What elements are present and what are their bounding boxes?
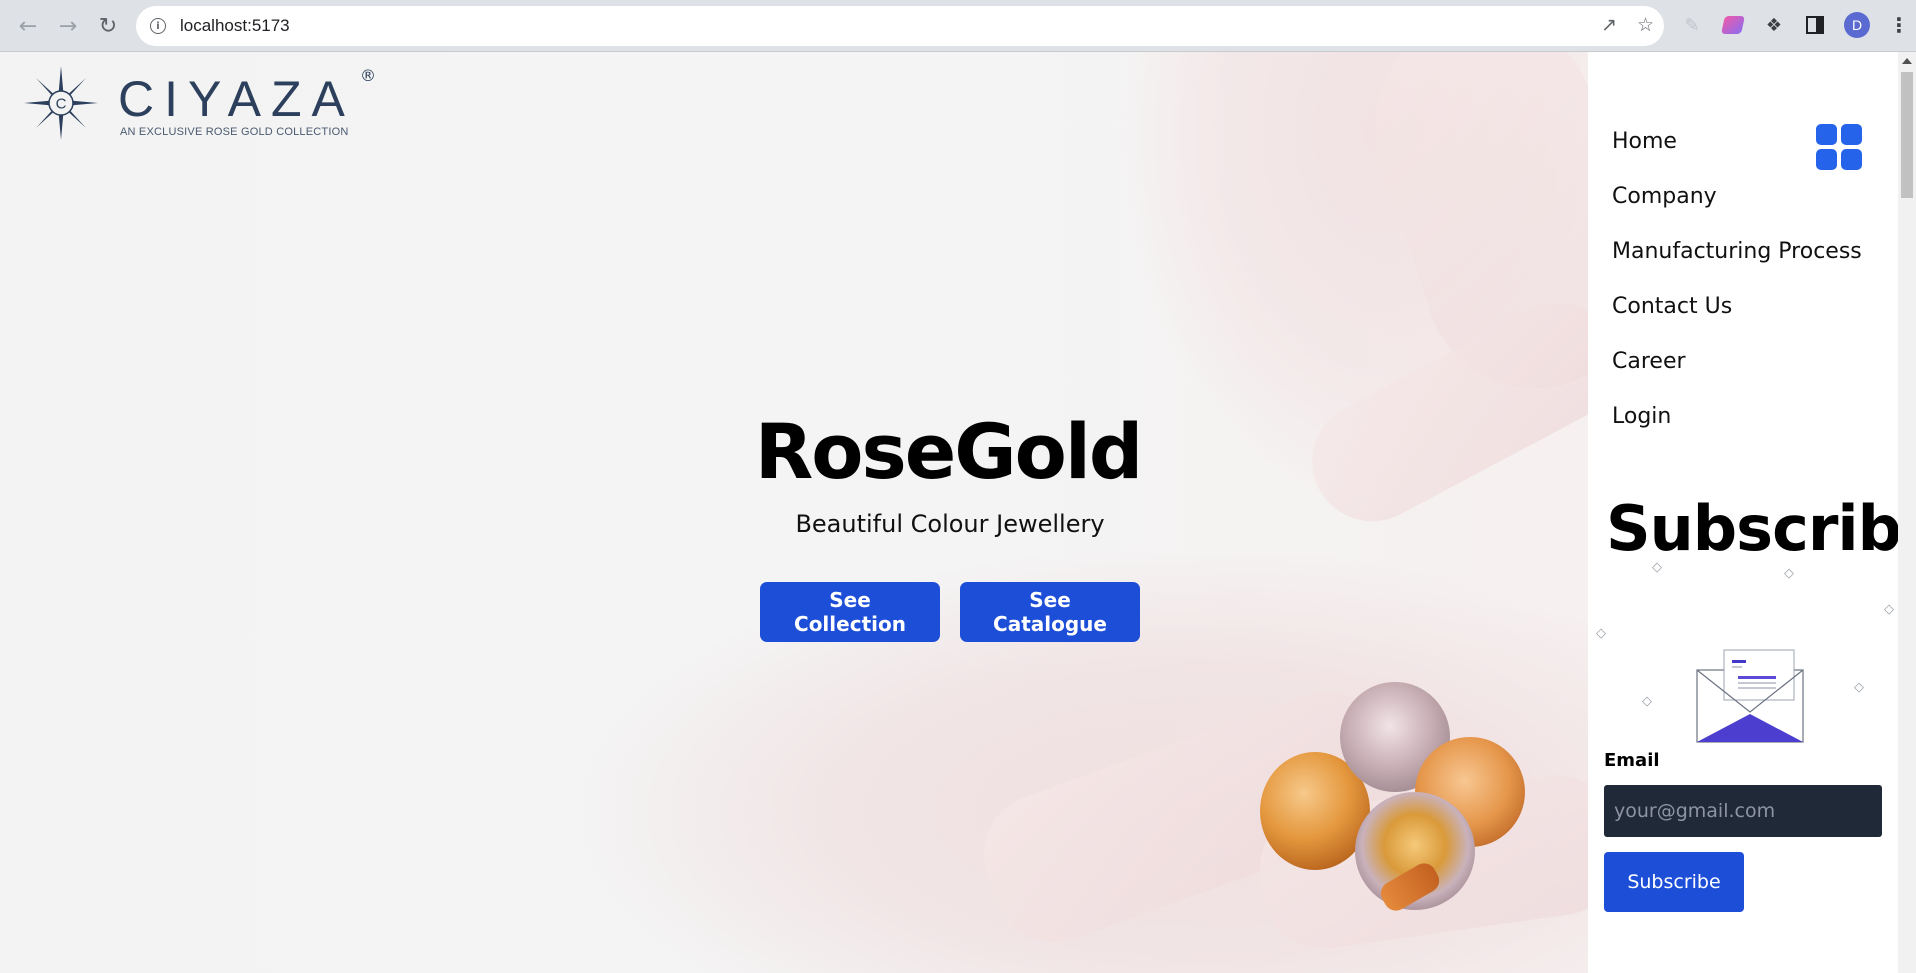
- compass-star-icon: C: [24, 66, 98, 140]
- side-panel-icon[interactable]: [1803, 13, 1827, 37]
- registered-mark: ®: [360, 66, 376, 85]
- subscribe-button[interactable]: Subscribe: [1604, 852, 1744, 912]
- forward-icon[interactable]: →: [52, 10, 84, 42]
- hero-buttons: See Collection See Catalogue: [760, 582, 1140, 642]
- info-icon[interactable]: i: [150, 18, 166, 34]
- back-icon[interactable]: ←: [12, 10, 44, 42]
- scrollbar-thumb[interactable]: [1901, 72, 1913, 198]
- sparkle-icon: ◇: [1884, 602, 1894, 617]
- pencil-extension-icon[interactable]: ✎: [1680, 13, 1704, 37]
- subscribe-title: Subscribe: [1606, 492, 1916, 565]
- rose-gold-rings-image: [1260, 682, 1530, 932]
- see-catalogue-button[interactable]: See Catalogue: [960, 582, 1140, 642]
- svg-text:C: C: [56, 96, 67, 113]
- hero-section: C CIYAZA ® AN EXCLUSIVE ROSE GOLD COLLEC…: [0, 52, 1674, 973]
- logo-wordmark: CIYAZA: [118, 71, 355, 127]
- scroll-up-arrow-icon[interactable]: [1902, 58, 1912, 64]
- sparkle-icon: ◇: [1642, 694, 1652, 709]
- menu-item-login[interactable]: Login: [1612, 402, 1862, 457]
- address-bar[interactable]: i localhost:5173 ↗ ☆: [136, 6, 1664, 46]
- browser-toolbar: ← → ↻ i localhost:5173 ↗ ☆ ✎ ❖ D ⋮: [0, 0, 1916, 52]
- email-input[interactable]: [1604, 785, 1882, 837]
- sidebar: Home Company Manufacturing Process Conta…: [1588, 52, 1916, 973]
- url-text[interactable]: localhost:5173: [180, 16, 290, 36]
- share-icon[interactable]: ↗: [1601, 14, 1617, 36]
- sparkle-icon: ◇: [1596, 626, 1606, 641]
- menu-item-company[interactable]: Company: [1612, 182, 1862, 237]
- menu-item-career[interactable]: Career: [1612, 347, 1862, 402]
- logo-tagline: AN EXCLUSIVE ROSE GOLD COLLECTION: [120, 126, 349, 138]
- menu-item-manufacturing-process[interactable]: Manufacturing Process: [1612, 237, 1862, 292]
- page-viewport: C CIYAZA ® AN EXCLUSIVE ROSE GOLD COLLEC…: [0, 52, 1916, 973]
- kebab-menu-icon[interactable]: ⋮: [1887, 13, 1911, 37]
- gem-extension-icon[interactable]: [1721, 13, 1745, 37]
- ciyaza-logo[interactable]: C CIYAZA ® AN EXCLUSIVE ROSE GOLD COLLEC…: [22, 64, 376, 142]
- sparkle-icon: ◇: [1854, 680, 1864, 695]
- profile-avatar[interactable]: D: [1844, 12, 1870, 38]
- extension-tray: ✎ ❖ D ⋮: [1680, 12, 1911, 38]
- sparkle-icon: ◇: [1652, 560, 1662, 575]
- page-scrollbar[interactable]: [1898, 52, 1916, 973]
- sidebar-menu: Home Company Manufacturing Process Conta…: [1612, 127, 1862, 457]
- star-icon[interactable]: ☆: [1637, 14, 1654, 36]
- email-label: Email: [1604, 750, 1660, 771]
- see-collection-button[interactable]: See Collection: [760, 582, 940, 642]
- grid-menu-icon[interactable]: [1816, 124, 1862, 170]
- menu-item-contact-us[interactable]: Contact Us: [1612, 292, 1862, 347]
- reload-icon[interactable]: ↻: [92, 10, 124, 42]
- puzzle-icon[interactable]: ❖: [1762, 13, 1786, 37]
- sparkle-icon: ◇: [1784, 566, 1794, 581]
- envelope-illustration-icon: [1696, 649, 1804, 743]
